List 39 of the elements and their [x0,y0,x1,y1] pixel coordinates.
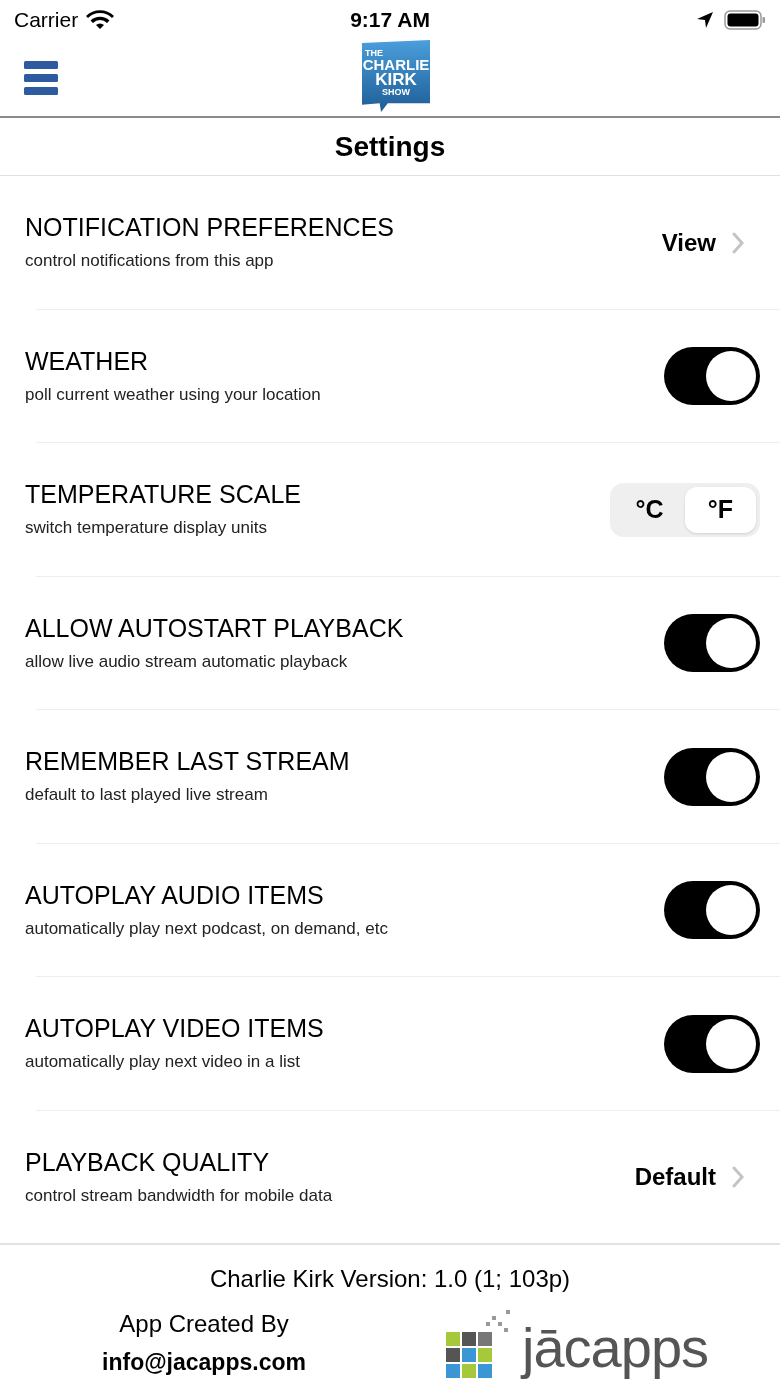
setting-title: WEATHER [25,345,150,376]
page-title: Settings [334,129,446,164]
clock-time: 9:17 AM [350,7,430,34]
credit-text: App Created By [119,1309,289,1339]
toggle-switch[interactable] [664,347,760,406]
toggle-switch[interactable] [664,881,760,940]
setting-title: TEMPERATURE SCALE [25,479,301,509]
value-link[interactable]: Default [634,1159,760,1196]
chevron-icon [732,1166,744,1189]
setting-title: REMEMBER LAST STREAM [25,746,350,776]
toggle-switch[interactable] [664,1014,760,1073]
wifi-icon [86,10,115,30]
toggle-switch[interactable] [664,747,760,806]
battery-icon [724,10,766,30]
setting-description: control notifications from this app [25,250,275,272]
setting-description: switch temperature display units [25,517,268,539]
menu-icon[interactable] [24,61,58,95]
setting-title: NOTIFICATION PREFERENCES [25,212,394,242]
brand-logo-text: jācapps [522,1318,709,1378]
setting-title: AUTOPLAY VIDEO ITEMS [25,1013,324,1043]
carrier-name: Carrier [14,7,79,34]
segment-option[interactable]: °F [685,486,756,533]
setting-description: control stream bandwidth for mobile data [25,1184,333,1207]
value-link[interactable]: View [661,224,760,261]
segment-option[interactable]: °C [614,486,685,533]
version-text: Charlie Kirk Version: 1.0 (1; 103p) [209,1264,571,1294]
setting-description: default to last played live stream [25,784,269,806]
toggle-switch[interactable] [664,614,760,673]
email-link[interactable]: info@jacapps.com [102,1343,306,1381]
setting-title: AUTOPLAY AUDIO ITEMS [25,879,325,910]
setting-description: allow live audio stream automatic playback [25,650,349,673]
setting-description: automatically play next video in a list [25,1051,301,1073]
setting-description: poll current weather using your location [25,383,321,406]
location-arrow-icon [696,11,714,29]
show-logo: THE CHARLIE KIRK SHOW [362,40,430,112]
chevron-icon [732,231,744,254]
setting-title: ALLOW AUTOSTART PLAYBACK [25,612,404,643]
setting-description: automatically play next podcast, on demand, etc [25,917,388,940]
setting-title: PLAYBACK QUALITY [25,1146,271,1177]
